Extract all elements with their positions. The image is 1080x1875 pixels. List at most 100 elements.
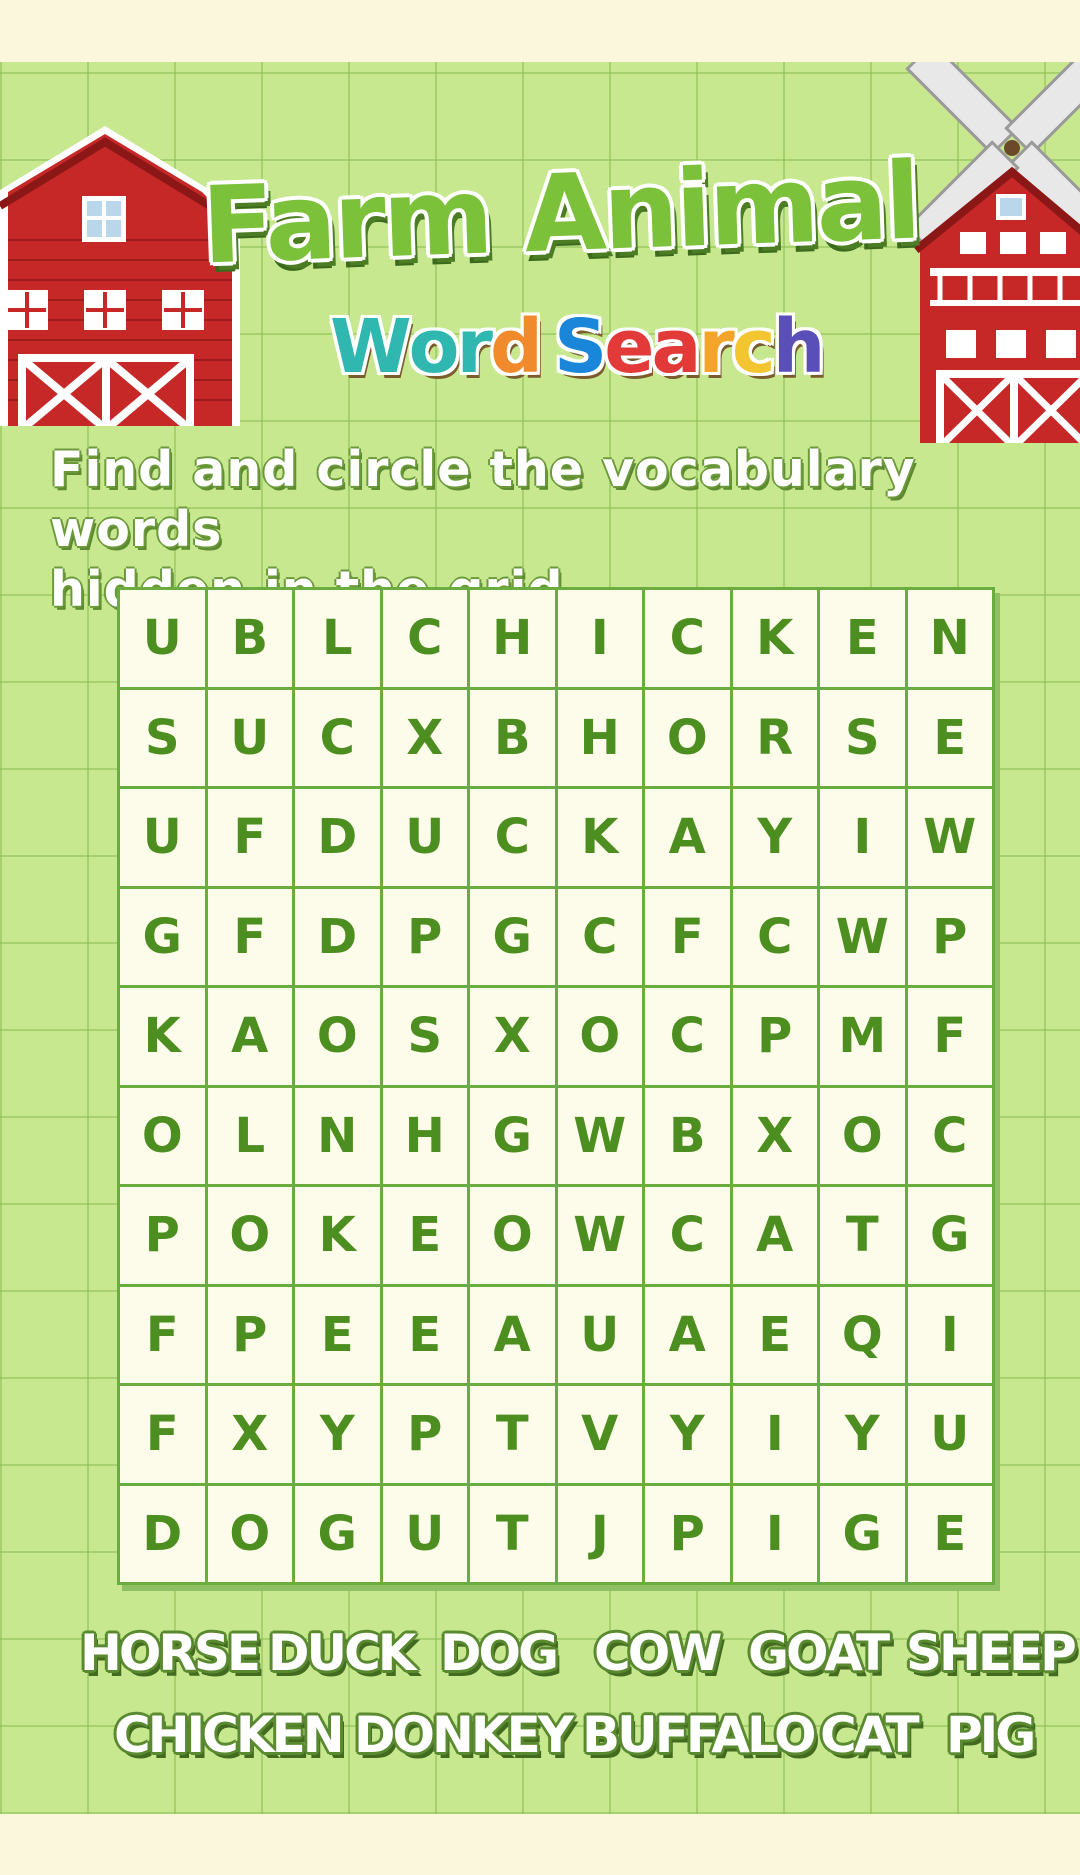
grid-cell[interactable]: I — [732, 1386, 817, 1483]
grid-cell[interactable]: C — [470, 789, 555, 886]
grid-cell[interactable]: C — [382, 590, 467, 687]
grid-cell[interactable]: F — [907, 988, 992, 1085]
grid-cell[interactable]: X — [732, 1087, 817, 1184]
grid-cell[interactable]: N — [907, 590, 992, 687]
grid-cell[interactable]: L — [207, 1087, 292, 1184]
grid-cell[interactable]: V — [557, 1386, 642, 1483]
grid-cell[interactable]: O — [207, 1187, 292, 1284]
grid-cell[interactable]: I — [820, 789, 905, 886]
grid-cell[interactable]: P — [907, 888, 992, 985]
grid-cell[interactable]: L — [295, 590, 380, 687]
grid-cell[interactable]: O — [120, 1087, 205, 1184]
grid-cell[interactable]: S — [120, 689, 205, 786]
grid-cell[interactable]: B — [645, 1087, 730, 1184]
grid-cell[interactable]: O — [470, 1187, 555, 1284]
grid-cell[interactable]: T — [470, 1485, 555, 1582]
grid-cell[interactable]: T — [470, 1386, 555, 1483]
grid-cell[interactable]: K — [120, 988, 205, 1085]
grid-cell[interactable]: X — [470, 988, 555, 1085]
grid-cell[interactable]: E — [907, 1485, 992, 1582]
grid-cell[interactable]: W — [557, 1087, 642, 1184]
grid-cell[interactable]: O — [207, 1485, 292, 1582]
grid-cell[interactable]: C — [645, 590, 730, 687]
grid-cell[interactable]: G — [295, 1485, 380, 1582]
grid-cell[interactable]: F — [120, 1386, 205, 1483]
grid-cell[interactable]: C — [645, 1187, 730, 1284]
grid-cell[interactable]: C — [645, 988, 730, 1085]
grid-cell[interactable]: Q — [820, 1286, 905, 1383]
grid-cell[interactable]: G — [470, 888, 555, 985]
grid-cell[interactable]: U — [382, 1485, 467, 1582]
grid-cell[interactable]: B — [207, 590, 292, 687]
grid-cell[interactable]: A — [732, 1187, 817, 1284]
grid-cell[interactable]: I — [907, 1286, 992, 1383]
grid-cell[interactable]: C — [907, 1087, 992, 1184]
grid-cell[interactable]: F — [207, 789, 292, 886]
grid-cell[interactable]: J — [557, 1485, 642, 1582]
grid-cell[interactable]: I — [732, 1485, 817, 1582]
grid-cell[interactable]: F — [207, 888, 292, 985]
grid-cell[interactable]: C — [295, 689, 380, 786]
grid-cell[interactable]: Y — [732, 789, 817, 886]
grid-cell[interactable]: G — [120, 888, 205, 985]
grid-cell[interactable]: S — [820, 689, 905, 786]
grid-cell[interactable]: P — [645, 1485, 730, 1582]
grid-cell[interactable]: Y — [820, 1386, 905, 1483]
grid-cell[interactable]: A — [207, 988, 292, 1085]
grid-cell[interactable]: P — [382, 1386, 467, 1483]
grid-cell[interactable]: R — [732, 689, 817, 786]
grid-cell[interactable]: C — [557, 888, 642, 985]
grid-cell[interactable]: O — [645, 689, 730, 786]
grid-cell[interactable]: U — [207, 689, 292, 786]
grid-cell[interactable]: E — [732, 1286, 817, 1383]
grid-cell[interactable]: O — [820, 1087, 905, 1184]
grid-cell[interactable]: U — [557, 1286, 642, 1383]
grid-cell[interactable]: M — [820, 988, 905, 1085]
grid-cell[interactable]: F — [645, 888, 730, 985]
grid-cell[interactable]: H — [382, 1087, 467, 1184]
grid-cell[interactable]: Y — [295, 1386, 380, 1483]
grid-cell[interactable]: G — [820, 1485, 905, 1582]
grid-cell[interactable]: U — [907, 1386, 992, 1483]
grid-cell[interactable]: K — [557, 789, 642, 886]
grid-cell[interactable]: E — [820, 590, 905, 687]
grid-cell[interactable]: D — [120, 1485, 205, 1582]
grid-cell[interactable]: F — [120, 1286, 205, 1383]
grid-cell[interactable]: P — [207, 1286, 292, 1383]
grid-cell[interactable]: W — [907, 789, 992, 886]
grid-cell[interactable]: I — [557, 590, 642, 687]
grid-cell[interactable]: S — [382, 988, 467, 1085]
grid-cell[interactable]: X — [207, 1386, 292, 1483]
grid-cell[interactable]: O — [295, 988, 380, 1085]
grid-cell[interactable]: D — [295, 789, 380, 886]
grid-cell[interactable]: U — [120, 590, 205, 687]
grid-cell[interactable]: P — [732, 988, 817, 1085]
grid-cell[interactable]: H — [557, 689, 642, 786]
grid-cell[interactable]: A — [645, 789, 730, 886]
grid-cell[interactable]: W — [820, 888, 905, 985]
grid-cell[interactable]: B — [470, 689, 555, 786]
grid-cell[interactable]: N — [295, 1087, 380, 1184]
grid-cell[interactable]: T — [820, 1187, 905, 1284]
grid-cell[interactable]: P — [382, 888, 467, 985]
grid-cell[interactable]: H — [470, 590, 555, 687]
grid-cell[interactable]: E — [295, 1286, 380, 1383]
grid-cell[interactable]: E — [907, 689, 992, 786]
grid-cell[interactable]: P — [120, 1187, 205, 1284]
grid-cell[interactable]: K — [295, 1187, 380, 1284]
grid-cell[interactable]: Y — [645, 1386, 730, 1483]
grid-cell[interactable]: G — [470, 1087, 555, 1184]
grid-cell[interactable]: C — [732, 888, 817, 985]
grid-cell[interactable]: U — [382, 789, 467, 886]
grid-cell[interactable]: A — [645, 1286, 730, 1383]
grid-cell[interactable]: A — [470, 1286, 555, 1383]
grid-cell[interactable]: W — [557, 1187, 642, 1284]
grid-cell[interactable]: U — [120, 789, 205, 886]
grid-cell[interactable]: K — [732, 590, 817, 687]
grid-cell[interactable]: O — [557, 988, 642, 1085]
grid-cell[interactable]: E — [382, 1187, 467, 1284]
grid-cell[interactable]: G — [907, 1187, 992, 1284]
grid-cell[interactable]: D — [295, 888, 380, 985]
grid-cell[interactable]: E — [382, 1286, 467, 1383]
grid-cell[interactable]: X — [382, 689, 467, 786]
